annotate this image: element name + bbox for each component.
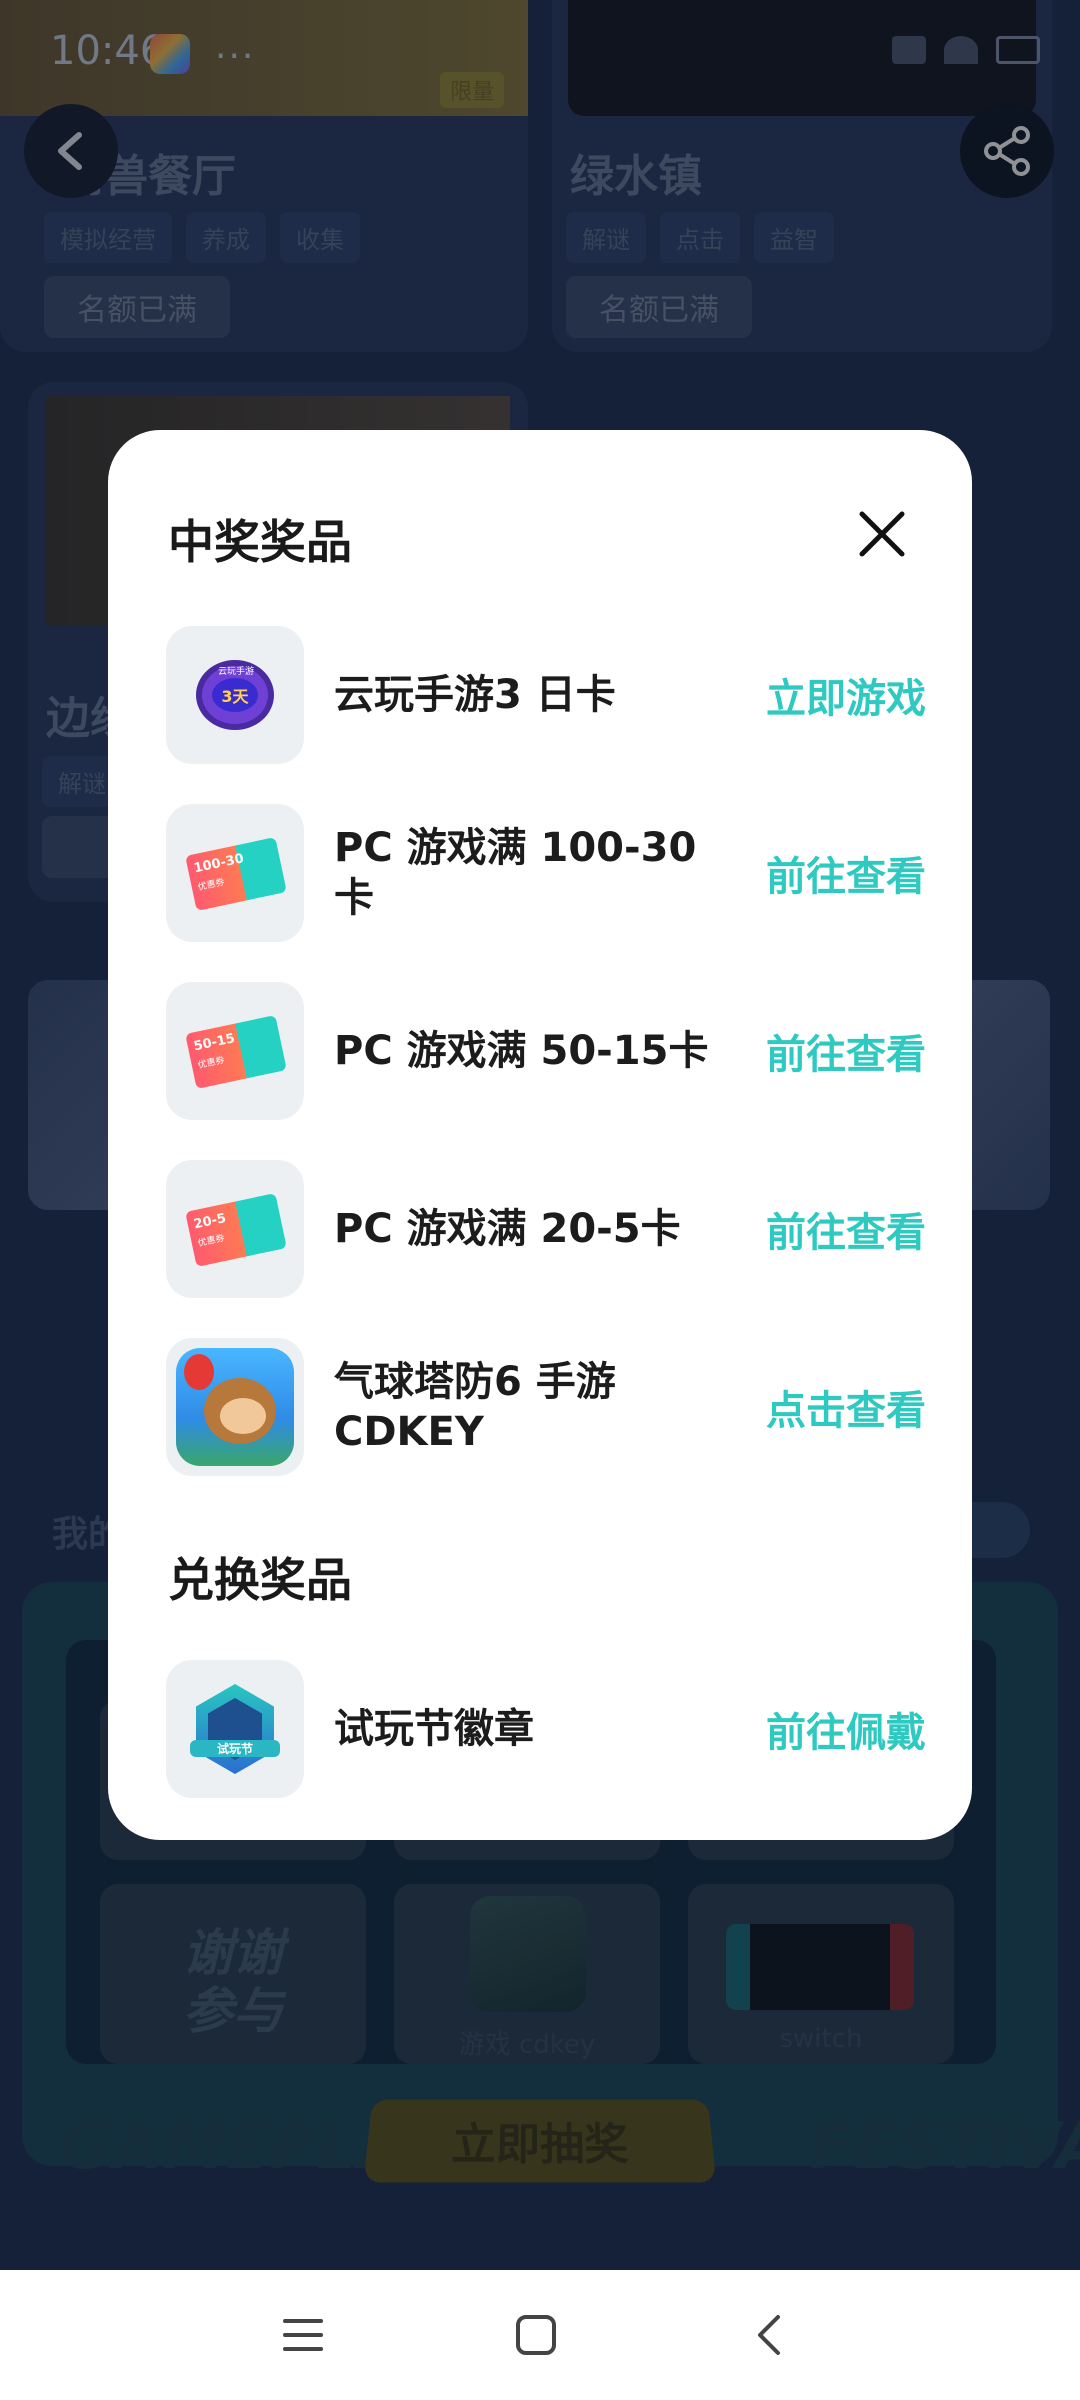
bloons-game-icon (176, 1348, 294, 1466)
badge-label: 试玩节 (190, 1740, 280, 1757)
prize-image: 50-15 优惠券 (166, 982, 304, 1120)
prize-row: 50-15 优惠券 PC 游戏满 50-15卡 前往查看 (166, 982, 926, 1120)
coupon-label: 优惠券 (197, 1233, 226, 1250)
cloud-game-card-icon: 云玩手游 3天 (196, 660, 274, 730)
back-icon (758, 2315, 780, 2355)
coupon-value: 100-30 (192, 851, 246, 877)
prize-row: 20-5 优惠券 PC 游戏满 20-5卡 前往查看 (166, 1160, 926, 1298)
prize-image: 100-30 优惠券 (166, 804, 304, 942)
close-button[interactable] (854, 506, 910, 562)
exchange-prizes-title: 兑换奖品 (168, 1553, 352, 1607)
prize-image: 20-5 优惠券 (166, 1160, 304, 1298)
coupon-label: 优惠券 (197, 1055, 226, 1072)
cloud-card-top-text: 云玩手游 (217, 667, 254, 677)
prize-row: 气球塔防6 手游 CDKEY 点击查看 (166, 1338, 926, 1476)
balloon-shape (184, 1354, 214, 1390)
coupon-ticket-icon: 20-5 优惠券 (185, 1193, 287, 1267)
prize-name: PC 游戏满 20-5卡 (334, 1206, 681, 1252)
coupon-ticket-icon: 50-15 优惠券 (185, 1015, 287, 1089)
monkey-face-shape (220, 1398, 266, 1434)
prize-dialog: 中奖奖品 云玩手游 3天 云玩手游3 日卡 立即游戏 100-30 优惠券 PC… (108, 430, 972, 1840)
prize-image: 云玩手游 3天 (166, 626, 304, 764)
menu-icon (283, 2319, 323, 2351)
festival-badge-icon (196, 1684, 274, 1774)
coupon-label: 优惠券 (197, 877, 226, 894)
wear-badge-link[interactable]: 前往佩戴 (766, 1660, 926, 1798)
nav-back-button[interactable] (710, 2270, 830, 2400)
prize-name: 试玩节徽章 (334, 1706, 534, 1752)
prize-image (166, 1338, 304, 1476)
play-now-link[interactable]: 立即游戏 (766, 626, 926, 764)
coupon-ticket-icon: 100-30 优惠券 (185, 837, 287, 911)
view-link[interactable]: 前往查看 (766, 1160, 926, 1298)
prize-row: 试玩节 试玩节徽章 前往佩戴 (166, 1660, 926, 1798)
prize-row: 100-30 优惠券 PC 游戏满 100-30 卡 前往查看 (166, 804, 926, 942)
view-link[interactable]: 前往查看 (766, 982, 926, 1120)
square-icon (516, 2315, 556, 2355)
prize-name: PC 游戏满 100-30 卡 (334, 825, 697, 921)
nav-home-button[interactable] (476, 2270, 596, 2400)
coupon-value: 50-15 (192, 1031, 237, 1055)
prize-name: 气球塔防6 手游 CDKEY (334, 1359, 616, 1455)
system-nav-bar (0, 2270, 1080, 2400)
coupon-value: 20-5 (192, 1211, 228, 1233)
close-icon (859, 511, 905, 557)
prize-name: PC 游戏满 50-15卡 (334, 1028, 709, 1074)
click-view-link[interactable]: 点击查看 (766, 1338, 926, 1476)
won-prizes-title: 中奖奖品 (168, 515, 352, 569)
view-link[interactable]: 前往查看 (766, 804, 926, 942)
prize-image: 试玩节 (166, 1660, 304, 1798)
cloud-card-days: 3天 (212, 678, 258, 712)
prize-row: 云玩手游 3天 云玩手游3 日卡 立即游戏 (166, 626, 926, 764)
prize-name: 云玩手游3 日卡 (334, 672, 616, 718)
nav-menu-button[interactable] (243, 2270, 363, 2400)
